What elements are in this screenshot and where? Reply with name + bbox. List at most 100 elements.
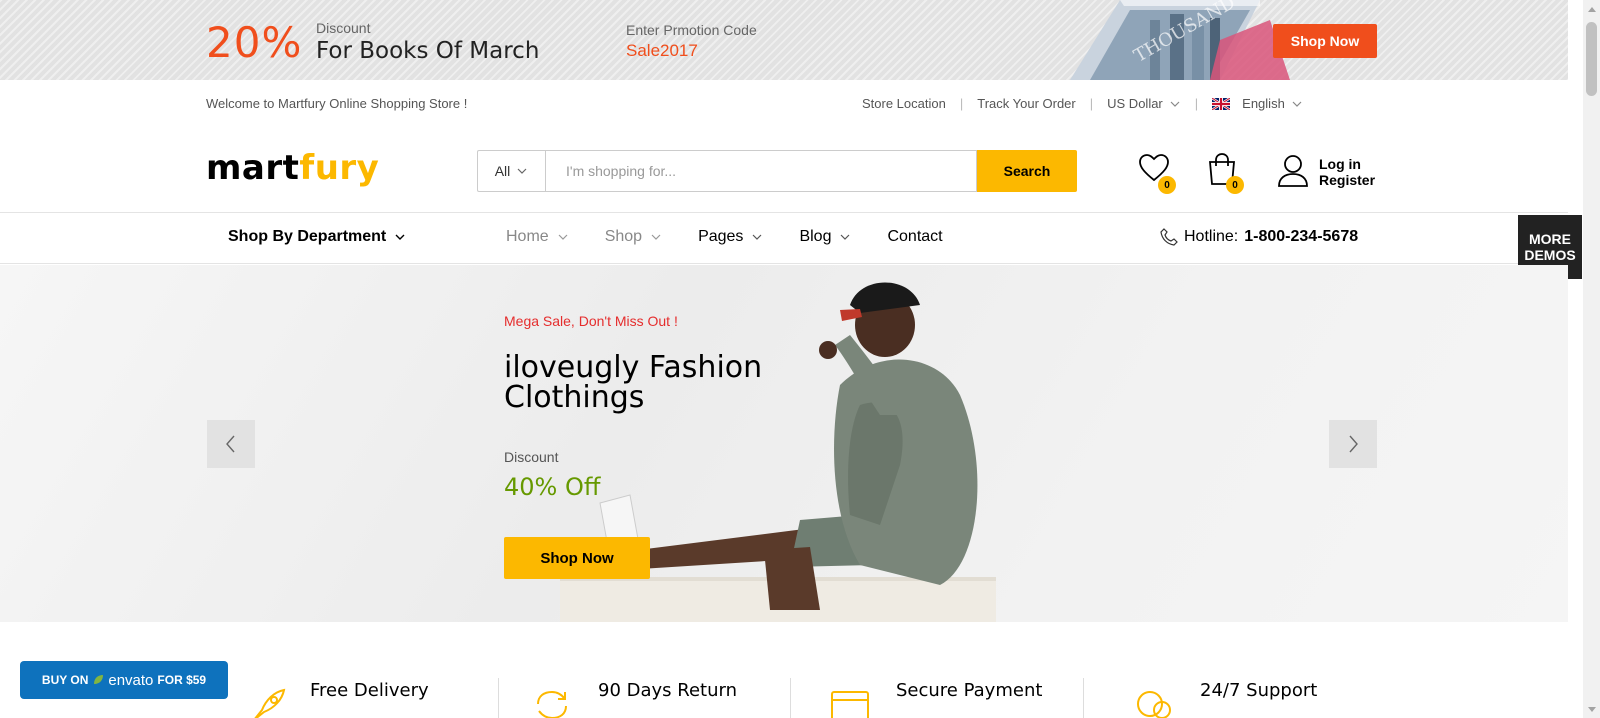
promo-code-label: Enter Prmotion Code [626,22,757,38]
top-bar: Welcome to Martfury Online Shopping Stor… [0,80,1568,128]
scroll-up-arrow[interactable] [1583,0,1600,17]
wishlist-count-badge: 0 [1158,176,1176,194]
feature-label: 24/7 Support [1200,680,1318,701]
promo-percent: 20% [206,18,303,67]
scrollbar-thumb[interactable] [1586,22,1597,96]
envato-price: FOR $59 [157,673,207,687]
hotline-label: Hotline: [1184,228,1239,245]
chevron-down-icon [651,234,661,240]
search-input[interactable] [545,150,977,192]
search-bar: All Search [477,150,1077,192]
divider [790,678,791,718]
feature-24-7-support: 24/7 Support [1200,680,1317,701]
nav-item-home[interactable]: Home [506,228,569,246]
buy-on-envato-button[interactable]: BUY ON envato FOR $59 [20,661,228,699]
nav-item-label: Pages [698,228,744,245]
promo-discount-title: For Books Of March [316,38,540,64]
language-dropdown[interactable]: English [1212,96,1303,111]
welcome-text: Welcome to Martfury Online Shopping Stor… [206,96,468,111]
chevron-down-icon [517,168,527,174]
track-order-link[interactable]: Track Your Order [977,96,1076,111]
department-label: Shop By Department [228,228,387,245]
nav-item-label: Blog [799,228,832,245]
register-link[interactable]: Register [1319,172,1375,188]
chevron-down-icon [841,234,850,240]
scrollbar-track[interactable] [1583,0,1600,718]
slider-next-button[interactable] [1329,420,1377,468]
features-strip: Free Delivery 90 Days Return Secure Paym… [0,622,1568,718]
divider: | [959,96,964,111]
store-location-link[interactable]: Store Location [862,96,946,111]
currency-label: US Dollar [1107,96,1163,111]
hero-title: iloveugly Fashion Clothings [504,353,762,413]
search-category-label: All [494,163,511,179]
chevron-down-icon [395,234,405,240]
top-links: Store Location | Track Your Order | US D… [862,96,1303,111]
hero-shop-now-button[interactable]: Shop Now [504,537,650,579]
login-link[interactable]: Log in [1319,156,1375,172]
arrow-up-icon [1587,6,1596,12]
chevron-down-icon [1292,101,1302,107]
language-label: English [1242,96,1285,111]
rocket-icon [254,688,286,718]
feature-label: 90 Days Return [598,680,737,701]
hero-tagline: Mega Sale, Don't Miss Out ! [504,313,678,329]
site-logo[interactable]: martfury [206,148,379,188]
arrow-down-icon [1587,706,1596,712]
promo-code: Sale2017 [626,41,698,60]
nav-item-shop[interactable]: Shop [605,228,662,246]
nav-item-label: Home [506,228,549,245]
search-category-select[interactable]: All [477,150,545,192]
divider: | [1194,96,1199,111]
support-chat-icon [1137,691,1171,718]
feature-free-delivery: Free Delivery [310,680,429,701]
divider [1083,678,1084,718]
nav-item-contact[interactable]: Contact [887,228,942,246]
feature-secure-payment: Secure Payment [896,680,1042,701]
account-login[interactable]: Log in Register [1277,154,1387,190]
nav-item-blog[interactable]: Blog [799,228,851,246]
hero-discount-value: 40% Off [504,473,601,501]
feature-label: Free Delivery [310,680,429,701]
currency-dropdown[interactable]: US Dollar [1107,96,1181,111]
leaf-icon [94,675,104,684]
shop-by-department-menu[interactable]: Shop By Department [228,228,406,246]
hotline-number: 1-800-234-5678 [1244,228,1359,245]
promo-shop-now-button[interactable]: Shop Now [1273,24,1377,58]
nav-item-label: Contact [887,228,943,245]
hotline: Hotline: 1-800-234-5678 [1160,228,1358,246]
phone-icon [1160,228,1178,246]
hero-title-line-2: Clothings [504,380,645,415]
feature-label: Secure Payment [896,680,1043,701]
refresh-icon [537,690,567,718]
uk-flag-icon [1212,97,1231,110]
divider: | [1089,96,1094,111]
logo-part-mart: mart [206,148,300,188]
logo-part-fury: fury [299,148,380,188]
nav-links: Home Shop Pages Blog Contact [506,228,979,246]
chevron-down-icon [1170,101,1180,107]
hero-slider: Mega Sale, Don't Miss Out ! iloveugly Fa… [0,265,1568,622]
hero-discount-label: Discount [504,449,559,465]
slider-prev-button[interactable] [207,420,255,468]
promo-discount-label: Discount [316,20,371,36]
envato-buy-on: BUY ON [41,673,89,687]
user-icon [1278,155,1308,187]
cart-count-badge: 0 [1226,176,1244,194]
cart-button[interactable]: 0 [1206,152,1244,194]
chevron-left-icon [226,435,235,453]
credit-card-icon [831,691,869,718]
chevron-down-icon [753,234,762,240]
wishlist-button[interactable]: 0 [1138,152,1176,194]
chevron-down-icon [558,234,568,240]
promo-banner: 20% Discount For Books Of March Enter Pr… [0,0,1568,80]
divider [498,678,499,718]
feature-90-days-return: 90 Days Return [598,680,737,701]
chevron-right-icon [1349,435,1358,453]
scroll-down-arrow[interactable] [1583,701,1600,718]
search-button[interactable]: Search [977,150,1077,192]
nav-item-label: Shop [604,228,643,245]
hero-title-line-1: iloveugly Fashion [504,350,763,385]
envato-brand: envato [108,671,154,689]
nav-item-pages[interactable]: Pages [698,228,763,246]
